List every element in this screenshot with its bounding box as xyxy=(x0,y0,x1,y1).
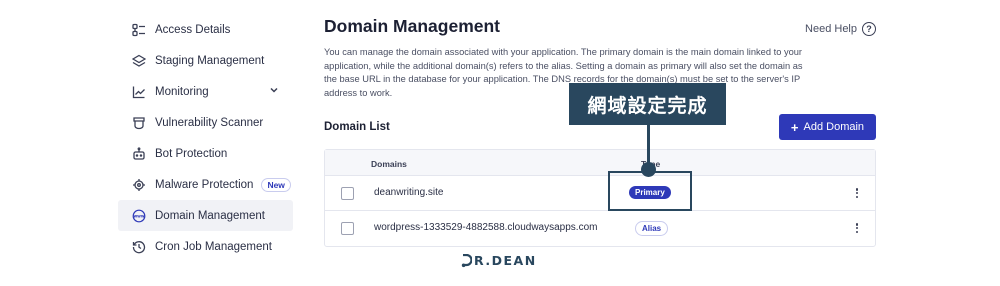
chart-icon xyxy=(132,85,146,99)
help-icon: ? xyxy=(862,22,876,36)
svg-text:www: www xyxy=(133,213,144,218)
sidebar-item-label: Access Details xyxy=(155,23,231,36)
page-title: Domain Management xyxy=(324,16,500,36)
row-checkbox[interactable] xyxy=(341,187,354,200)
new-badge: New xyxy=(261,177,291,192)
annotation-callout: 網域設定完成 xyxy=(569,83,726,125)
domain-table: Domains Type deanwriting.site Primary wo… xyxy=(324,149,876,247)
chevron-down-icon[interactable] xyxy=(269,85,279,95)
more-options-icon[interactable] xyxy=(855,223,859,235)
table-row: deanwriting.site Primary xyxy=(325,176,875,211)
sidebar-item-vulnerability-scanner[interactable]: Vulnerability Scanner xyxy=(118,107,293,138)
sidebar-item-label: Staging Management xyxy=(155,54,265,67)
type-badge-alias: Alias xyxy=(635,221,669,236)
logo-mark-icon xyxy=(461,253,472,267)
domain-name: wordpress-1333529-4882588.cloudwaysapps.… xyxy=(374,222,598,233)
history-icon xyxy=(132,240,146,254)
domain-name: deanwriting.site xyxy=(374,187,444,198)
sidebar-item-label: Monitoring xyxy=(155,85,209,98)
sidebar-item-label: Bot Protection xyxy=(155,147,228,160)
row-checkbox[interactable] xyxy=(341,222,354,235)
sidebar-item-label: Cron Job Management xyxy=(155,240,272,253)
sidebar-item-staging-management[interactable]: Staging Management xyxy=(118,45,293,76)
annotation-highlight-box xyxy=(608,171,692,211)
watermark-logo: R.DEAN xyxy=(461,253,537,268)
scanner-icon xyxy=(132,116,146,130)
annotation-connector xyxy=(647,125,650,166)
need-help-label: Need Help xyxy=(805,23,857,35)
sidebar-item-malware-protection[interactable]: Malware Protection New xyxy=(118,169,293,200)
need-help-link[interactable]: Need Help ? xyxy=(805,22,876,36)
sidebar-item-cron-job-management[interactable]: Cron Job Management xyxy=(118,231,293,262)
sidebar-item-label: Malware Protection xyxy=(155,178,254,191)
watermark-text: R.DEAN xyxy=(474,253,537,268)
layers-icon xyxy=(132,54,146,68)
www-icon: www xyxy=(132,209,146,223)
sidebar-item-domain-management[interactable]: www Domain Management xyxy=(118,200,293,231)
more-options-icon[interactable] xyxy=(855,188,859,200)
table-header: Domains Type xyxy=(325,150,875,176)
malware-icon xyxy=(132,178,146,192)
page-description: You can manage the domain associated wit… xyxy=(324,47,803,98)
sidebar-item-monitoring[interactable]: Monitoring xyxy=(118,76,293,107)
annotation-dot xyxy=(641,162,656,177)
sidebar-item-label: Vulnerability Scanner xyxy=(155,116,264,129)
domain-list-title: Domain List xyxy=(324,121,390,133)
sidebar-item-access-details[interactable]: Access Details xyxy=(118,14,293,45)
column-header-domains: Domains xyxy=(371,159,407,169)
add-domain-label: Add Domain xyxy=(803,121,865,133)
bot-icon xyxy=(132,146,146,161)
sidebar: Access Details Staging Management Monito… xyxy=(118,14,293,262)
sidebar-item-bot-protection[interactable]: Bot Protection xyxy=(118,138,293,169)
plus-icon: + xyxy=(790,119,799,135)
sidebar-item-label: Domain Management xyxy=(155,209,265,222)
access-details-icon xyxy=(132,23,146,37)
add-domain-button[interactable]: + Add Domain xyxy=(779,114,876,140)
table-row: wordpress-1333529-4882588.cloudwaysapps.… xyxy=(325,211,875,246)
